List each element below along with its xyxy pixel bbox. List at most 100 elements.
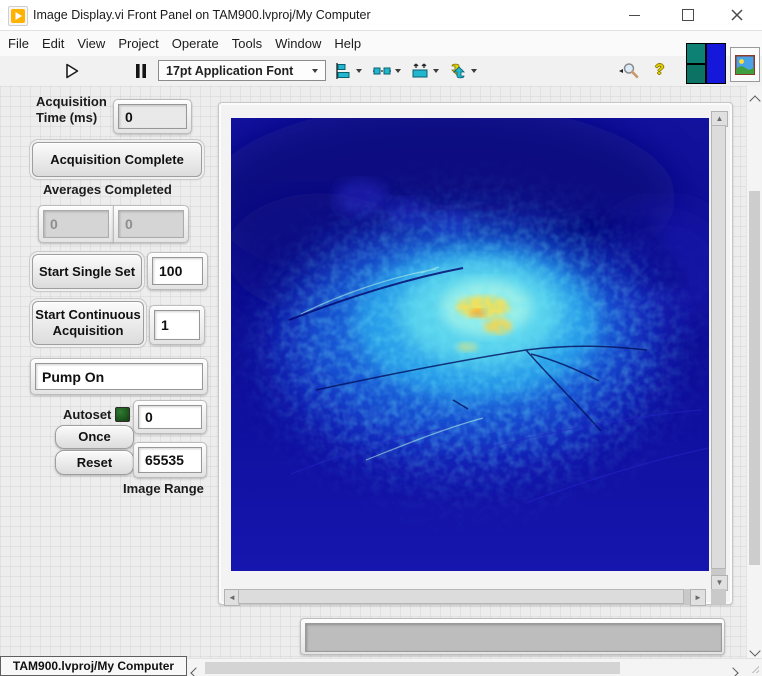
chevron-down-icon [471,69,477,73]
acquisition-complete-button[interactable]: Acquisition Complete [32,142,202,177]
distribute-objects-icon [371,62,393,80]
once-button[interactable]: Once [55,425,134,449]
align-objects-button[interactable] [334,60,362,82]
chevron-right-icon [727,667,738,676]
help-icon: ? [655,61,664,78]
single-set-count-value[interactable]: 100 [152,257,203,285]
run-button[interactable] [62,61,82,86]
vi-icon[interactable] [730,47,760,82]
window-scroll-left-button[interactable] [192,664,200,676]
font-selector-value: 17pt Application Font [166,64,293,78]
window-bottom-bar: TAM900.lvproj/My Computer [0,658,762,676]
reset-button[interactable]: Reset [55,450,134,475]
panel-navigation-icon[interactable] [686,43,726,84]
window-hscroll-thumb[interactable] [205,662,620,674]
search-button[interactable] [618,62,640,85]
resize-objects-button[interactable] [409,60,439,82]
averages-value-2: 0 [118,210,184,238]
pump-value[interactable]: Pump On [35,363,203,390]
window-vscroll-thumb[interactable] [749,191,760,565]
thermal-image-rendering [231,118,709,571]
status-string-value [305,623,722,652]
single-set-count-control[interactable]: 100 [147,252,208,290]
start-single-set-label: Start Single Set [39,264,135,280]
acquisition-time-value: 0 [118,104,187,129]
window-vscrollbar[interactable] [746,86,762,658]
once-label: Once [78,429,111,445]
close-icon [731,9,743,21]
start-continuous-acquisition-button[interactable]: Start Continuous Acquisition [32,301,144,345]
range-max-control[interactable]: 65535 [133,442,207,478]
start-continuous-label-line2: Acquisition [53,323,124,339]
menu-window[interactable]: Window [275,36,321,51]
window-title: Image Display.vi Front Panel on TAM900.l… [33,0,371,30]
menu-bar: File Edit View Project Operate Tools Win… [0,31,762,56]
pause-button[interactable] [134,63,148,84]
window-scroll-right-button[interactable] [729,664,737,676]
range-min-value[interactable]: 0 [138,405,202,429]
menu-project[interactable]: Project [118,36,158,51]
reorder-objects-button[interactable] [447,60,477,82]
menu-view[interactable]: View [77,36,105,51]
help-button[interactable]: ? [655,61,664,78]
image-scroll-corner [711,589,726,604]
thermal-image[interactable] [231,118,709,571]
labview-run-arrow-icon [11,9,25,23]
image-vscroll-thumb[interactable] [711,125,726,569]
image-scroll-right-button[interactable]: ► [690,589,706,606]
title-bar: Image Display.vi Front Panel on TAM900.l… [0,0,762,31]
start-continuous-label-line1: Start Continuous [35,307,140,323]
averages-completed-label: Averages Completed [43,182,172,197]
execution-target-label: TAM900.lvproj/My Computer [13,659,174,673]
panel-pane-bottom [687,65,705,84]
acquisition-time-label: Acquisition Time (ms) [36,94,107,126]
menu-file[interactable]: File [8,36,29,51]
pump-control[interactable]: Pump On [30,358,208,395]
image-range-label: Image Range [123,481,204,496]
chevron-down-icon [356,69,362,73]
close-button[interactable] [720,0,754,30]
range-max-value[interactable]: 65535 [138,447,202,473]
labview-app-icon [8,6,28,26]
resize-objects-icon [409,62,431,80]
panel-pane-right [707,44,725,83]
panel-pane-top [687,44,705,63]
font-selector[interactable]: 17pt Application Font [158,60,326,81]
maximize-button[interactable] [671,0,705,30]
resize-grip[interactable] [751,665,759,673]
chevron-down-icon [433,69,439,73]
autoset-led[interactable] [115,407,130,422]
align-objects-icon [334,62,354,80]
acquisition-complete-label: Acquisition Complete [50,152,184,168]
minimize-button[interactable] [617,0,651,30]
pause-icon [134,63,148,79]
chevron-down-icon [312,69,318,73]
acquisition-time-indicator: 0 [113,99,192,134]
window-scroll-up-button[interactable] [751,92,759,110]
chevron-down-icon [749,645,760,656]
chevron-down-icon [395,69,401,73]
menu-tools[interactable]: Tools [232,36,262,51]
landscape-thumbnail-icon [735,55,755,75]
range-min-control[interactable]: 0 [133,400,207,434]
toolbar: 17pt Application Font [0,56,762,87]
maximize-icon [682,9,694,21]
execution-target-box[interactable]: TAM900.lvproj/My Computer [0,656,187,676]
status-string-indicator [300,618,725,655]
image-hscroll-thumb[interactable] [238,589,684,604]
run-arrow-icon [62,61,82,81]
averages-completed-indicator-2: 0 [113,205,189,243]
menu-operate[interactable]: Operate [172,36,219,51]
continuous-count-value[interactable]: 1 [154,310,200,340]
minimize-icon [629,15,640,16]
image-display-frame: ▲ ▼ ◄ ► [218,102,733,605]
chevron-up-icon [749,95,760,106]
distribute-objects-button[interactable] [371,60,401,82]
menu-help[interactable]: Help [334,36,361,51]
start-single-set-button[interactable]: Start Single Set [32,254,142,289]
continuous-count-control[interactable]: 1 [149,305,205,345]
labview-window: Image Display.vi Front Panel on TAM900.l… [0,0,762,676]
chevron-left-icon [190,667,201,676]
menu-edit[interactable]: Edit [42,36,64,51]
averages-completed-indicator-1: 0 [38,205,114,243]
